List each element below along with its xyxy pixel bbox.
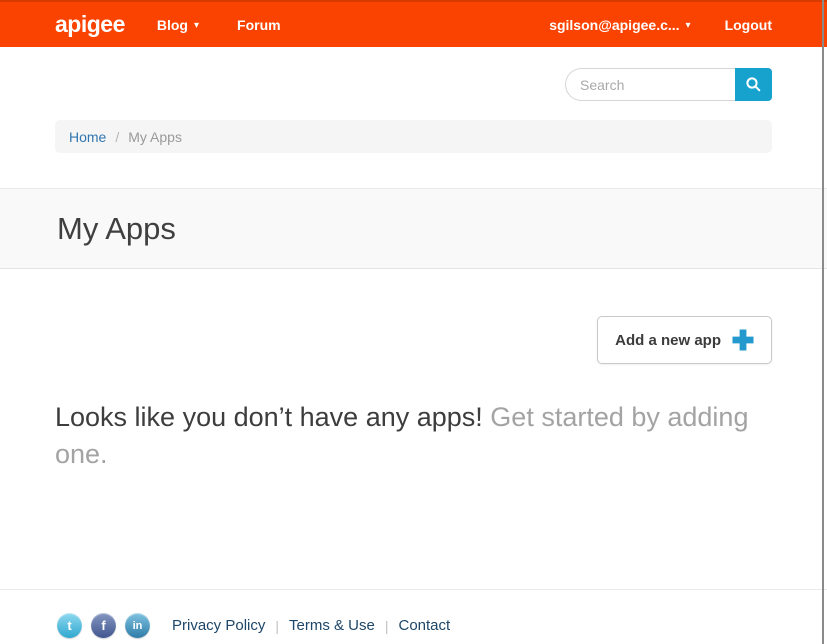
page-title: My Apps: [57, 211, 176, 247]
breadcrumb: Home / My Apps: [55, 120, 772, 153]
main-content: Add a new app Looks like you don’t have …: [0, 269, 827, 589]
terms-use-link[interactable]: Terms & Use: [289, 617, 375, 634]
footer-link-separator: |: [275, 618, 279, 634]
breadcrumb-current: My Apps: [128, 129, 182, 145]
footer-links: Privacy Policy | Terms & Use | Contact: [172, 617, 450, 634]
footer: t f in Privacy Policy | Terms & Use | Co…: [0, 589, 827, 644]
plus-icon: [732, 329, 754, 351]
facebook-icon[interactable]: f: [91, 613, 116, 638]
page-title-band: My Apps: [0, 188, 827, 269]
nav-item-forum[interactable]: Forum: [237, 17, 281, 33]
nav-forum-label: Forum: [237, 17, 281, 33]
nav-blog-label: Blog: [157, 17, 188, 33]
add-new-app-button[interactable]: Add a new app: [597, 316, 772, 364]
logout-button[interactable]: Logout: [725, 17, 772, 33]
add-app-label: Add a new app: [615, 332, 721, 349]
search-box: [565, 68, 772, 101]
chevron-down-icon: ▾: [686, 21, 691, 31]
search-button[interactable]: [735, 68, 772, 101]
user-menu[interactable]: sgilson@apigee.c... ▾: [549, 17, 690, 33]
empty-state-message: Looks like you don’t have any apps! Get …: [55, 399, 760, 473]
search-row: [0, 47, 827, 120]
top-nav: Blog ▾ Forum: [157, 17, 281, 33]
magnifier-icon: [745, 76, 762, 93]
footer-link-separator: |: [385, 618, 389, 634]
empty-message-primary: Looks like you don’t have any apps!: [55, 402, 483, 432]
breadcrumb-separator: /: [115, 129, 119, 145]
logout-label: Logout: [725, 17, 772, 33]
linkedin-icon[interactable]: in: [125, 613, 150, 638]
button-row: Add a new app: [55, 316, 772, 364]
chevron-down-icon: ▾: [194, 21, 199, 31]
breadcrumb-home-link[interactable]: Home: [69, 129, 106, 145]
user-email-label: sgilson@apigee.c...: [549, 17, 679, 33]
top-right-nav: sgilson@apigee.c... ▾ Logout: [549, 17, 772, 33]
contact-link[interactable]: Contact: [399, 617, 451, 634]
social-icons: t f in: [57, 613, 150, 638]
search-input[interactable]: [565, 68, 735, 101]
nav-item-blog[interactable]: Blog ▾: [157, 17, 199, 33]
privacy-policy-link[interactable]: Privacy Policy: [172, 617, 265, 634]
top-navigation-bar: apigee Blog ▾ Forum sgilson@apigee.c... …: [0, 0, 827, 47]
apigee-logo[interactable]: apigee: [55, 11, 125, 38]
twitter-icon[interactable]: t: [57, 613, 82, 638]
